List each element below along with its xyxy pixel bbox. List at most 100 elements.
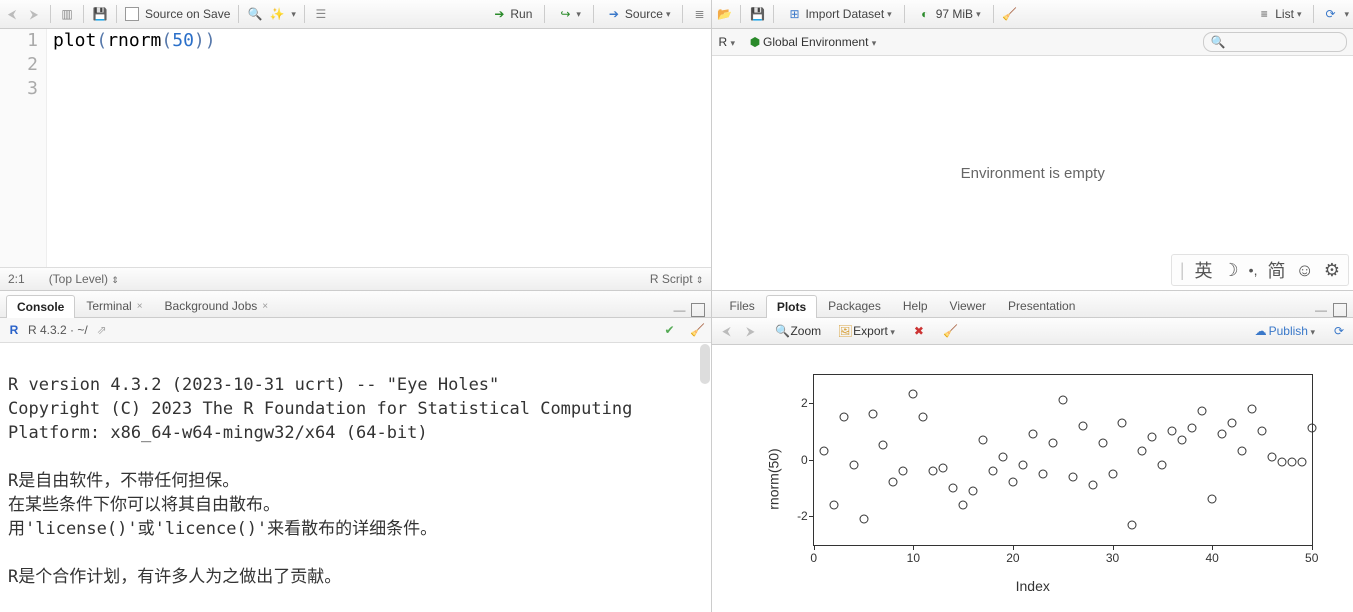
lang-indicator[interactable]: R Script ⇕ [650,272,704,286]
show-in-new-window-icon[interactable]: ▥ [59,6,75,22]
nav-fwd-icon[interactable]: ⮞ [26,6,42,22]
list-view-button[interactable]: ≡List ▾ [1252,5,1305,23]
nav-back-icon[interactable]: ⮜ [4,6,20,22]
tab-help[interactable]: Help [892,294,939,317]
env-scope-selector[interactable]: ⬢Global Environment ▾ [747,34,876,50]
find-icon[interactable]: 🔍 [247,6,263,22]
data-point [889,478,898,487]
data-point [1108,469,1117,478]
editor-code[interactable]: plot(rnorm(50)) [47,29,216,267]
data-point [829,500,838,509]
tab-files[interactable]: Files [718,294,765,317]
x-axis-label: Index [1016,578,1050,594]
data-point [969,486,978,495]
data-point [929,466,938,475]
data-point [949,483,958,492]
tab-terminal[interactable]: Terminal × [75,294,153,317]
data-point [939,464,948,473]
data-point [1148,432,1157,441]
tab-presentation[interactable]: Presentation [997,294,1086,317]
doc-outline-icon[interactable]: ≣ [691,6,707,22]
data-point [849,461,858,470]
memory-button[interactable]: ◐97 MiB ▾ [913,5,985,23]
remove-plot-icon[interactable]: ✖ [911,323,927,339]
tab-viewer[interactable]: Viewer [939,294,997,317]
data-point [1277,458,1286,467]
data-point [1247,404,1256,413]
save-icon[interactable]: 💾 [92,6,108,22]
editor-gutter: 1 2 3 [0,29,47,267]
plots-tabs: Files Plots Packages Help Viewer Present… [712,291,1353,318]
env-empty-text: Environment is empty [961,165,1105,182]
refresh-plot-icon[interactable]: ⟳ [1331,323,1347,339]
next-plot-icon[interactable]: ⮞ [742,323,758,339]
data-point [1068,472,1077,481]
data-point [1008,478,1017,487]
smile-icon[interactable]: ☺ [1295,260,1313,281]
scope-indicator[interactable]: (Top Level) ⇕ [49,272,119,286]
data-point [879,441,888,450]
goto-dir-icon[interactable]: ⇗ [94,322,110,338]
editor-toolbar: ⮜ ⮞ ▥ 💾 Source on Save 🔍 ✨ ▾ ☰ ➔Run ↪▾ [0,0,711,29]
maximize-icon[interactable] [1333,303,1347,317]
data-point [979,435,988,444]
cursor-pos: 2:1 [8,272,25,286]
scrollbar[interactable] [700,344,710,384]
data-point [859,515,868,524]
data-point [819,447,828,456]
clear-console-icon[interactable]: 🧹 [689,322,705,338]
data-point [1038,469,1047,478]
gear-icon[interactable]: ⚙ [1324,260,1340,281]
data-point [1198,407,1207,416]
refresh-dropdown[interactable]: ▾ [1344,9,1349,20]
clear-env-icon[interactable]: 🧹 [1002,6,1018,22]
data-point [1257,427,1266,436]
data-point [1028,430,1037,439]
ime-script[interactable]: 简 [1267,257,1285,283]
run-button[interactable]: ➔Run [487,5,536,23]
export-button[interactable]: 🖼Export ▾ [837,323,895,339]
maximize-icon[interactable] [691,303,705,317]
x-tick-label: 0 [810,551,817,565]
data-point [1218,430,1227,439]
close-icon[interactable]: × [137,301,143,312]
data-point [1098,438,1107,447]
refresh-icon[interactable]: ⟳ [1322,6,1338,22]
source-button[interactable]: ➔Source ▾ [602,5,675,23]
x-tick-label: 50 [1305,551,1318,565]
tab-console[interactable]: Console [6,295,75,318]
tab-packages[interactable]: Packages [817,294,892,317]
publish-button[interactable]: ☁Publish ▾ [1253,323,1315,339]
minimize-icon[interactable]: — [1315,303,1327,317]
moon-icon[interactable]: ☽ [1223,260,1239,281]
ime-lang[interactable]: 英 [1195,257,1213,283]
data-point [1058,396,1067,405]
prev-plot-icon[interactable]: ⮜ [718,323,734,339]
dot-icon[interactable]: •, [1249,262,1258,278]
y-tick-label: 2 [782,396,808,410]
outline-icon[interactable]: ☰ [313,6,329,22]
lang-selector[interactable]: R ▾ [718,35,735,49]
clear-plots-icon[interactable]: 🧹 [943,323,959,339]
rerun-button[interactable]: ↪▾ [553,5,585,23]
wand-dropdown[interactable]: ▾ [291,9,296,20]
tab-background-jobs[interactable]: Background Jobs × [154,294,280,317]
data-point [1267,452,1276,461]
y-tick-label: -2 [782,509,808,523]
editor-area[interactable]: 1 2 3 plot(rnorm(50)) [0,29,711,267]
console-output[interactable]: R version 4.3.2 (2023-10-31 ucrt) -- "Ey… [0,343,711,612]
zoom-button[interactable]: 🔍Zoom [774,323,821,339]
ime-bar[interactable]: | 英 ☽ •, 简 ☺ ⚙ [1171,254,1349,286]
tab-plots[interactable]: Plots [766,295,817,318]
env-search-input[interactable]: 🔍 [1203,32,1347,52]
close-icon[interactable]: × [262,301,268,312]
wand-icon[interactable]: ✨ [269,6,285,22]
load-workspace-icon[interactable]: 📂 [716,6,732,22]
data-point [839,413,848,422]
import-dataset-button[interactable]: ⊞Import Dataset ▾ [782,5,895,23]
data-point [1238,447,1247,456]
save-workspace-icon[interactable]: 💾 [749,6,765,22]
source-on-save-label: Source on Save [145,7,230,21]
source-on-save-checkbox[interactable] [125,7,139,21]
minimize-icon[interactable]: — [673,303,685,317]
